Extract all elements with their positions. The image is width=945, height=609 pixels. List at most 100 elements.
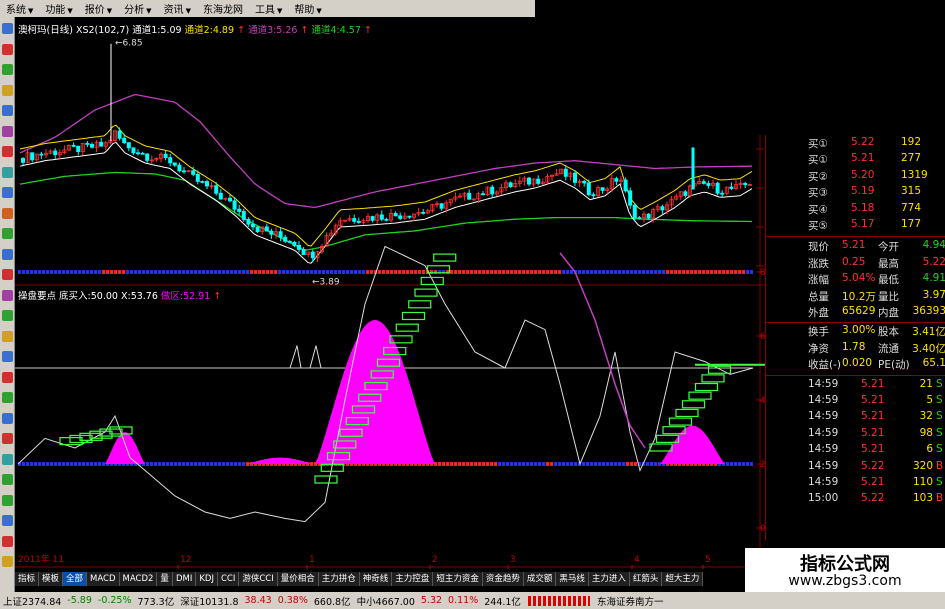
tab-indicator-20[interactable]: 超大主力 xyxy=(662,572,704,586)
toolbar-icon-10[interactable] xyxy=(2,228,13,239)
toolbar-icon-14[interactable] xyxy=(2,310,13,321)
band-20-cell xyxy=(634,462,637,466)
menu-1[interactable]: 功能 ▼ xyxy=(39,1,78,16)
tab-indicator-13[interactable]: 主力控盘 xyxy=(392,572,434,586)
kline-chart[interactable]: 5.505.004.504.0080.0060.0040.0020.000.00… xyxy=(15,17,789,592)
band-20-cell xyxy=(598,462,601,466)
menu-3[interactable]: 分析 ▼ xyxy=(118,1,157,16)
toolbar-icon-1[interactable] xyxy=(2,43,13,55)
band-80-cell xyxy=(610,270,613,274)
toolbar-icon-26[interactable] xyxy=(2,556,13,567)
toolbar-icon-6[interactable] xyxy=(2,146,13,157)
tab-indicator-3[interactable]: MACD xyxy=(87,572,120,586)
candle-body xyxy=(623,179,628,192)
menu-6[interactable]: 工具 ▼ xyxy=(249,1,288,16)
band-20-cell xyxy=(594,462,597,466)
candle-body xyxy=(527,177,532,185)
band-80-cell xyxy=(182,270,185,274)
tab-indicator-16[interactable]: 成交额 xyxy=(523,572,557,586)
toolbar-icon-23[interactable] xyxy=(2,494,13,506)
xaxis-month-label: 12 xyxy=(180,555,191,565)
band-80-cell xyxy=(46,270,49,274)
trade-row: 15:00 5.22 103 B xyxy=(806,492,945,509)
tab-indicator-4[interactable]: MACD2 xyxy=(119,572,158,586)
toolbar-icon-19[interactable] xyxy=(2,412,13,424)
band-20-cell xyxy=(214,462,217,466)
orderbook-row: 买① 5.21 277 xyxy=(806,152,945,169)
chart-area[interactable]: 5.505.004.504.0080.0060.0040.0020.000.00… xyxy=(15,17,789,592)
tab-indicator-9[interactable]: 游侠CCI xyxy=(239,572,278,586)
menu-5[interactable]: 东海龙网 xyxy=(197,1,249,16)
stat-label: 净资 xyxy=(808,342,829,355)
toolbar-icon-21[interactable] xyxy=(2,453,13,465)
toolbar-icon-11[interactable] xyxy=(2,248,13,260)
tab-indicator-7[interactable]: KDJ xyxy=(196,572,218,586)
trade-volume: 6 xyxy=(926,443,933,456)
stair-box xyxy=(408,300,432,309)
candle-body xyxy=(301,249,306,255)
toolbar-icon-4[interactable] xyxy=(2,105,13,116)
toolbar-icon-18[interactable] xyxy=(2,392,13,403)
menu-2[interactable]: 报价 ▼ xyxy=(79,1,118,16)
band-80-cell xyxy=(214,270,217,274)
candle-body xyxy=(122,137,127,144)
channel-3-line xyxy=(19,94,752,209)
toolbar-icon-13[interactable] xyxy=(2,289,13,301)
band-80-cell xyxy=(554,270,557,274)
band-80-cell xyxy=(326,270,329,274)
orderbook-volume: 315 xyxy=(901,185,922,198)
tab-indicator-11[interactable]: 主力拼仓 xyxy=(318,572,360,586)
tab-indicator-2[interactable]: 全部 xyxy=(63,572,88,586)
tab-indicator-0[interactable]: 指标 xyxy=(15,572,40,586)
toolbar-icon-12[interactable] xyxy=(2,269,13,280)
toolbar-icon-0[interactable] xyxy=(2,23,13,34)
tab-indicator-18[interactable]: 主力进入 xyxy=(588,572,630,586)
tab-indicator-15[interactable]: 资金趋势 xyxy=(482,572,524,586)
band-80-cell xyxy=(662,270,665,274)
toolbar-icon-2[interactable] xyxy=(2,64,13,75)
panel-divider xyxy=(766,374,945,376)
toolbar-icon-22[interactable] xyxy=(2,474,13,485)
band-20-cell xyxy=(238,462,241,466)
menu-0[interactable]: 系统 ▼ xyxy=(0,1,39,16)
tab-indicator-12[interactable]: 神奇线 xyxy=(359,572,393,586)
toolbar-icon-20[interactable] xyxy=(2,433,13,444)
menu-7[interactable]: 帮助 ▼ xyxy=(288,1,327,16)
toolbar-icon-7[interactable] xyxy=(2,166,13,178)
toolbar-icon-24[interactable] xyxy=(2,515,13,526)
candle-body xyxy=(177,164,182,172)
toolbar-icon-8[interactable] xyxy=(2,187,13,198)
tab-indicator-6[interactable]: DMI xyxy=(172,572,197,586)
menu-4[interactable]: 资讯 ▼ xyxy=(158,1,197,16)
band-80-cell xyxy=(70,270,73,274)
toolbar-icon-15[interactable] xyxy=(2,330,13,342)
band-80-cell xyxy=(226,270,229,274)
stair-box xyxy=(681,400,706,409)
tab-indicator-17[interactable]: 黑马线 xyxy=(556,572,589,586)
orderbook-price: 5.18 xyxy=(851,201,875,214)
trade-volume: 320 xyxy=(912,459,933,472)
tab-indicator-19[interactable]: 红箭头 xyxy=(629,572,663,586)
band-80-cell xyxy=(22,270,25,274)
tab-indicator-10[interactable]: 量价相合 xyxy=(277,572,319,586)
toolbar-icon-16[interactable] xyxy=(2,351,13,362)
band-20-cell xyxy=(646,462,649,466)
band-20-cell xyxy=(210,462,213,466)
band-20-cell xyxy=(550,462,553,466)
band-80-cell xyxy=(114,270,117,274)
band-20-cell xyxy=(34,462,37,466)
band-20-cell xyxy=(486,462,489,466)
trade-price: 5.21 xyxy=(861,394,885,406)
toolbar-icon-5[interactable] xyxy=(2,125,13,137)
band-80-cell xyxy=(530,270,533,274)
toolbar-icon-17[interactable] xyxy=(2,371,13,383)
tab-indicator-14[interactable]: 短主力资金 xyxy=(433,572,483,586)
tab-indicator-8[interactable]: CCI xyxy=(217,572,240,586)
toolbar-icon-9[interactable] xyxy=(2,207,13,219)
toolbar-icon-25[interactable] xyxy=(2,535,13,547)
candle-body xyxy=(573,172,578,183)
toolbar-icon-3[interactable] xyxy=(2,84,13,96)
candle-body xyxy=(195,173,200,182)
tab-indicator-1[interactable]: 模板 xyxy=(39,572,64,586)
tab-indicator-5[interactable]: 量 xyxy=(157,572,173,586)
